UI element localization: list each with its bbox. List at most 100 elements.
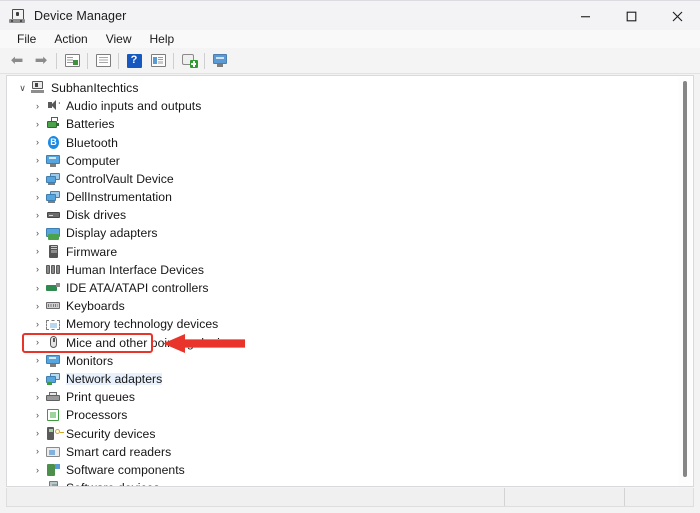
back-button[interactable]: ⬅: [5, 50, 29, 72]
chevron-right-icon[interactable]: ›: [30, 229, 45, 238]
tree-item-label: IDE ATA/ATAPI controllers: [66, 281, 209, 296]
display-adapter-icon: [45, 226, 62, 242]
chevron-right-icon[interactable]: ›: [30, 301, 45, 311]
tree-item-smart-card-readers[interactable]: › Smart card readers: [7, 443, 679, 461]
dual-monitor-icon: [45, 189, 62, 205]
tree-item-keyboards[interactable]: › Keyboards: [7, 297, 679, 315]
window-title: Device Manager: [34, 9, 127, 23]
forward-button[interactable]: ➡: [29, 50, 53, 72]
chevron-right-icon[interactable]: ›: [30, 156, 45, 165]
menu-item-file[interactable]: File: [8, 31, 45, 48]
scrollbar-thumb[interactable]: [683, 81, 687, 477]
device-tree: ∨ SubhanItechtics › Audio inputs and out…: [7, 79, 679, 486]
chevron-right-icon[interactable]: ›: [30, 356, 45, 365]
tree-item-memory-technology-devices[interactable]: › Memory technology devices: [7, 315, 679, 333]
toolbar-separator: [204, 52, 205, 69]
chevron-right-icon[interactable]: ›: [30, 374, 45, 384]
add-legacy-hardware-button[interactable]: [208, 50, 232, 72]
tree-item-label: Computer: [66, 153, 120, 168]
tree-item-label: Bluetooth: [66, 135, 118, 150]
network-adapter-icon: [45, 371, 62, 387]
tree-item-human-interface-devices[interactable]: › Human Interface Devices: [7, 261, 679, 279]
tree-item-label: Security devices: [66, 426, 156, 441]
vertical-scrollbar[interactable]: [678, 77, 692, 486]
chevron-right-icon[interactable]: ›: [30, 265, 45, 274]
toolbar-separator: [87, 52, 88, 69]
security-device-icon: [45, 426, 64, 442]
tree-item-label: Network adapters: [66, 371, 163, 386]
tree-item-disk-drives[interactable]: › Disk drives: [7, 206, 679, 224]
tree-item-computer[interactable]: › Computer: [7, 152, 679, 170]
tree-item-label: Print queues: [66, 390, 136, 405]
tree-item-audio-inputs-and-outputs[interactable]: › Audio inputs and outputs: [7, 97, 679, 115]
chevron-right-icon[interactable]: ›: [30, 174, 45, 184]
toolbar: ⬅ ➡ ?: [0, 48, 700, 74]
menu-item-action[interactable]: Action: [45, 31, 96, 48]
tree-item-dellinstrumentation[interactable]: › DellInstrumentation: [7, 188, 679, 206]
close-button[interactable]: [654, 1, 700, 31]
properties-icon: [95, 54, 111, 67]
tree-item-controlvault-device[interactable]: › ControlVault Device: [7, 170, 679, 188]
chevron-right-icon[interactable]: ›: [30, 192, 45, 202]
tree-item-software-components[interactable]: › Software components: [7, 461, 679, 479]
chevron-right-icon[interactable]: ›: [30, 392, 45, 402]
monitor-icon: [45, 153, 62, 169]
update-driver-button[interactable]: [146, 50, 170, 72]
chevron-right-icon[interactable]: ›: [30, 429, 45, 438]
tree-item-display-adapters[interactable]: › Display adapters: [7, 225, 679, 243]
help-button[interactable]: ?: [122, 50, 146, 72]
chevron-right-icon[interactable]: ›: [30, 447, 45, 456]
scan-for-hardware-changes-button[interactable]: [177, 50, 201, 72]
chevron-right-icon[interactable]: ›: [30, 210, 45, 220]
status-pane-tertiary: [625, 488, 693, 506]
close-icon: [672, 11, 682, 21]
chevron-right-icon[interactable]: ›: [30, 410, 45, 420]
chevron-right-icon[interactable]: ›: [30, 283, 45, 293]
tree-item-print-queues[interactable]: › Print queues: [7, 388, 679, 406]
smart-card-icon: [45, 444, 62, 460]
menu-item-help[interactable]: Help: [141, 31, 184, 48]
tree-item-label: Software devices: [66, 482, 160, 486]
tree-item-batteries[interactable]: › Batteries: [7, 115, 679, 133]
chevron-right-icon[interactable]: ›: [30, 465, 45, 475]
computer-icon: [30, 80, 47, 96]
processor-icon: [45, 407, 62, 423]
chevron-right-icon[interactable]: ›: [30, 320, 45, 329]
tree-item-network-adapters[interactable]: › Network adapters: [7, 370, 679, 388]
maximize-button[interactable]: [608, 1, 654, 31]
chevron-right-icon[interactable]: ›: [30, 483, 45, 486]
tree-root-label: SubhanItechtics: [51, 80, 139, 95]
chevron-right-icon[interactable]: ›: [30, 338, 45, 347]
tree-item-monitors[interactable]: › Monitors: [7, 352, 679, 370]
chevron-right-icon[interactable]: ›: [30, 247, 45, 256]
tree-item-label: Human Interface Devices: [66, 262, 204, 277]
tree-item-label: Software components: [66, 462, 185, 477]
tree-item-label: Smart card readers: [66, 444, 172, 459]
tree-item-firmware[interactable]: › Firmware: [7, 243, 679, 261]
window-controls: [562, 1, 700, 31]
tree-item-security-devices[interactable]: › Security devices: [7, 425, 679, 443]
toolbar-separator: [56, 52, 57, 69]
show-hide-console-tree-button[interactable]: [60, 50, 84, 72]
properties-button[interactable]: [91, 50, 115, 72]
chevron-right-icon[interactable]: ›: [30, 119, 45, 129]
minimize-button[interactable]: [562, 1, 608, 31]
tree-root-node[interactable]: ∨ SubhanItechtics: [7, 79, 679, 97]
tree-item-ide-ata-atapi-controllers[interactable]: › IDE ATA/ATAPI controllers: [7, 279, 679, 297]
tree-item-mice-and-other-pointing-devices[interactable]: › Mice and other pointing devices: [7, 334, 679, 352]
tree-item-bluetooth[interactable]: › Bluetooth: [7, 134, 679, 152]
disk-drive-icon: [45, 207, 62, 223]
chevron-right-icon[interactable]: ›: [30, 138, 45, 147]
bluetooth-icon: [45, 135, 62, 151]
chevron-down-icon[interactable]: ∨: [15, 83, 30, 93]
tree-item-processors[interactable]: › Processors: [7, 406, 679, 424]
tree-item-software-devices[interactable]: › Software devices: [7, 479, 679, 486]
toolbar-separator: [173, 52, 174, 69]
tree-item-label: Display adapters: [66, 226, 158, 241]
chevron-right-icon[interactable]: ›: [30, 101, 45, 111]
menu-item-view[interactable]: View: [97, 31, 141, 48]
minimize-icon: [580, 15, 590, 17]
tree-item-label: ControlVault Device: [66, 171, 174, 186]
status-pane-secondary: [505, 488, 625, 506]
hid-icon: [45, 262, 62, 278]
